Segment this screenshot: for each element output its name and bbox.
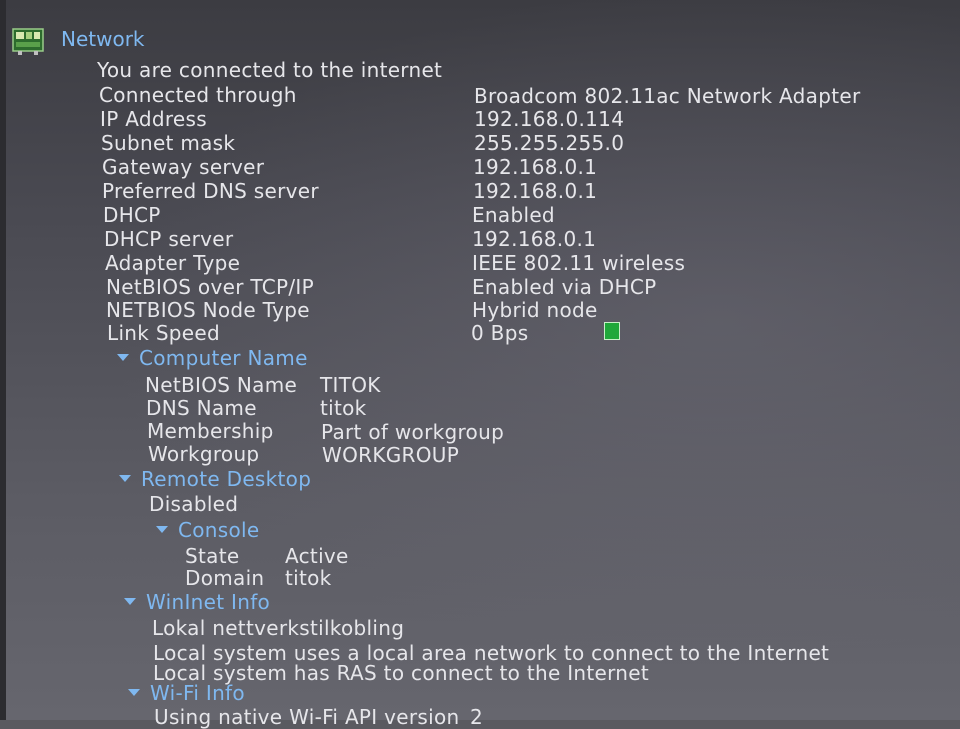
remote-desktop-header[interactable]: Remote Desktop bbox=[119, 468, 311, 490]
wininet-line-1: Lokal nettverkstilkobling bbox=[152, 616, 405, 640]
computer-name-title: Computer Name bbox=[139, 346, 308, 370]
prop-label-netbios-over-tcpip: NetBIOS over TCP/IP bbox=[106, 275, 314, 299]
prop-value-netbios-node-type: Hybrid node bbox=[472, 298, 598, 322]
prop-label-dhcp-server: DHCP server bbox=[104, 227, 234, 251]
prop-value-dhcp: Enabled bbox=[472, 203, 555, 227]
network-section-title[interactable]: Network bbox=[61, 28, 145, 50]
prop-label-netbios-node-type: NETBIOS Node Type bbox=[106, 298, 310, 322]
prop-label-connected-through: Connected through bbox=[99, 83, 297, 107]
prop-label-ip-address: IP Address bbox=[100, 107, 207, 131]
console-label-state: State bbox=[185, 544, 240, 568]
console-header[interactable]: Console bbox=[156, 519, 260, 541]
prop-label-preferred-dns: Preferred DNS server bbox=[102, 179, 319, 203]
computer-name-label-workgroup: Workgroup bbox=[148, 442, 260, 466]
wifi-header[interactable]: Wi-Fi Info bbox=[128, 682, 245, 704]
chevron-down-icon bbox=[156, 526, 168, 533]
chevron-down-icon bbox=[128, 689, 140, 696]
prop-label-subnet-mask: Subnet mask bbox=[101, 131, 236, 155]
computer-name-label-membership: Membership bbox=[147, 419, 274, 443]
console-title: Console bbox=[178, 518, 260, 542]
remote-desktop-status: Disabled bbox=[149, 492, 239, 516]
prop-value-preferred-dns: 192.168.0.1 bbox=[473, 179, 598, 203]
computer-name-label-dns: DNS Name bbox=[146, 396, 257, 420]
prop-value-gateway-server: 192.168.0.1 bbox=[473, 155, 598, 179]
prop-value-subnet-mask: 255.255.255.0 bbox=[474, 131, 625, 155]
console-value-domain: titok bbox=[285, 566, 332, 590]
connection-status: You are connected to the internet bbox=[97, 58, 443, 82]
prop-label-gateway-server: Gateway server bbox=[102, 155, 265, 179]
computer-name-value-dns: titok bbox=[320, 396, 367, 420]
wifi-title: Wi-Fi Info bbox=[150, 681, 245, 705]
prop-value-adapter-type: IEEE 802.11 wireless bbox=[472, 251, 686, 275]
network-adapter-icon bbox=[12, 28, 44, 55]
console-label-domain: Domain bbox=[185, 566, 265, 590]
wifi-api-version: 2 bbox=[470, 705, 484, 729]
prop-value-ip-address: 192.168.0.114 bbox=[474, 107, 625, 131]
prop-value-netbios-over-tcpip: Enabled via DHCP bbox=[472, 275, 657, 299]
link-status-indicator bbox=[604, 322, 620, 340]
wininet-title: WinInet Info bbox=[146, 590, 271, 614]
computer-name-value-netbios: TITOK bbox=[320, 373, 381, 397]
computer-name-value-workgroup: WORKGROUP bbox=[322, 443, 460, 467]
chevron-down-icon bbox=[119, 475, 131, 482]
prop-value-link-speed: 0 Bps bbox=[471, 321, 529, 345]
remote-desktop-title: Remote Desktop bbox=[141, 467, 312, 491]
prop-value-connected-through: Broadcom 802.11ac Network Adapter bbox=[474, 84, 861, 108]
prop-value-dhcp-server: 192.168.0.1 bbox=[472, 227, 597, 251]
prop-label-dhcp: DHCP bbox=[103, 203, 161, 227]
computer-name-header[interactable]: Computer Name bbox=[117, 347, 308, 369]
console-value-state: Active bbox=[285, 544, 349, 568]
window-left-edge bbox=[0, 0, 6, 720]
prop-label-adapter-type: Adapter Type bbox=[105, 251, 241, 275]
computer-name-label-netbios: NetBIOS Name bbox=[145, 373, 298, 397]
prop-label-link-speed: Link Speed bbox=[107, 321, 221, 345]
wininet-header[interactable]: WinInet Info bbox=[124, 591, 270, 613]
wifi-api-line: Using native Wi-Fi API version bbox=[154, 705, 460, 729]
chevron-down-icon bbox=[124, 598, 136, 605]
computer-name-value-membership: Part of workgroup bbox=[321, 420, 505, 444]
chevron-down-icon bbox=[117, 354, 129, 361]
